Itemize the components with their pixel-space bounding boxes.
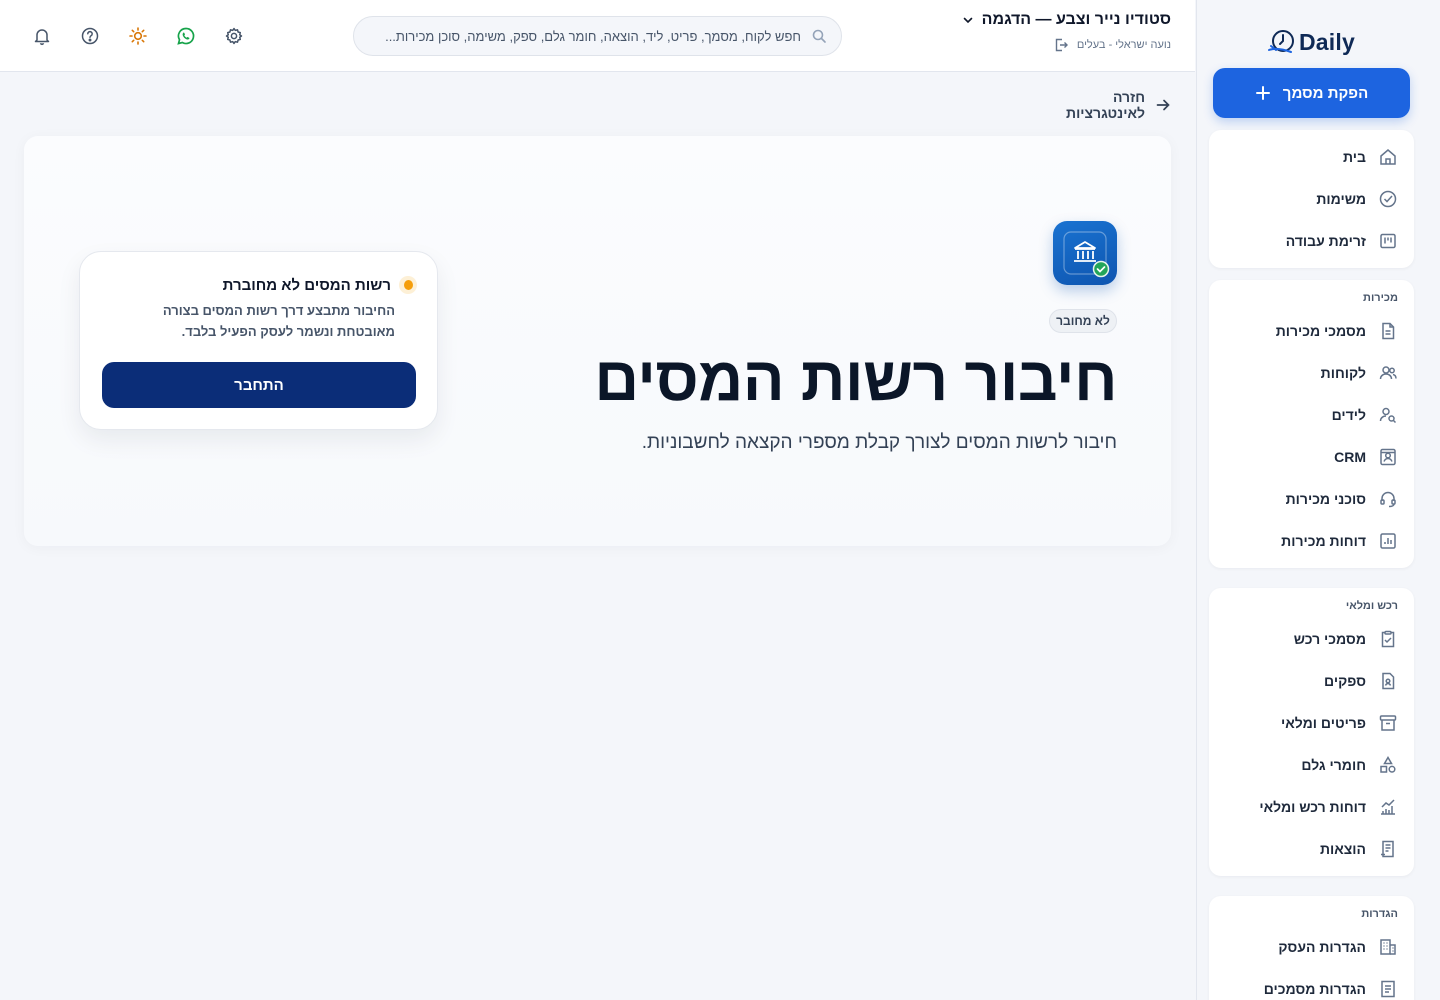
nav-section-title: רכש ומלאי — [1345, 600, 1398, 612]
nav-section-title: מכירות — [1363, 292, 1398, 304]
logo-text: Daily — [1299, 28, 1355, 55]
sidebar-item-label: דוחות מכירות — [1281, 533, 1366, 549]
user-search-icon — [1378, 405, 1398, 425]
sidebar-item-sales-documents[interactable]: מסמכי מכירות — [1209, 310, 1414, 352]
new-document-button[interactable]: הפקת מסמך — [1213, 68, 1410, 118]
shapes-icon — [1378, 755, 1398, 775]
document-icon — [1378, 321, 1398, 341]
nav-group-main: בית משימות זרימת עבודה — [1209, 130, 1414, 268]
settings-button[interactable] — [222, 24, 246, 48]
sidebar-item-label: סוכני מכירות — [1285, 491, 1366, 507]
arrow-right-icon — [1155, 97, 1171, 113]
sidebar-item-inventory[interactable]: פריטים ומלאי — [1209, 702, 1414, 744]
sidebar-item-label: הוצאות — [1319, 841, 1366, 857]
tax-authority-app-icon — [1053, 221, 1117, 285]
business-switcher[interactable]: סטודיו נייר וצבע — הדגמה — [962, 11, 1171, 29]
plus-icon — [1255, 85, 1271, 101]
sidebar-item-sales-agents[interactable]: סוכני מכירות — [1209, 478, 1414, 520]
sidebar-item-suppliers[interactable]: ספקים — [1209, 660, 1414, 702]
bar-chart-icon — [1378, 531, 1398, 551]
warning-status-dot — [399, 276, 417, 294]
nav-section-title: הגדרות — [1361, 908, 1398, 920]
page-title: חיבור רשות המסים — [594, 345, 1117, 414]
sun-icon — [128, 26, 148, 46]
connection-card-header: רשות המסים לא מחוברת — [223, 276, 417, 294]
supplier-file-icon — [1378, 671, 1398, 691]
user-role-text: נועה ישראלי - בעלים — [1076, 39, 1171, 51]
sidebar-item-crm[interactable]: CRM — [1209, 436, 1414, 478]
user-info: נועה ישראלי - בעלים — [1053, 37, 1171, 53]
check-circle-icon — [1378, 189, 1398, 209]
nav-group-settings: הגדרות הגדרות העסק הגדרות מסמכים — [1209, 896, 1414, 1000]
sidebar-item-home[interactable]: בית — [1209, 136, 1414, 178]
integration-hero-card: לא מחובר חיבור רשות המסים חיבור לרשות המ… — [24, 136, 1171, 546]
theme-toggle-button[interactable] — [126, 24, 150, 48]
sidebar-item-label: פריטים ומלאי — [1281, 715, 1366, 731]
sidebar-item-leads[interactable]: לידים — [1209, 394, 1414, 436]
sidebar-item-label: מסמכי רכש — [1293, 631, 1366, 647]
page-subtitle: חיבור לרשות המסים לצורך קבלת מספרי הקצאה… — [641, 432, 1117, 453]
sidebar-panel: Daily הפקת מסמך בית משימות זרימת עבודה מ… — [1196, 0, 1428, 1000]
gear-icon — [224, 26, 244, 46]
connection-card: רשות המסים לא מחוברת החיבור מתבצע דרך רש… — [79, 251, 438, 430]
sidebar-item-label: ספקים — [1324, 673, 1366, 689]
sidebar-item-label: CRM — [1334, 449, 1366, 465]
headset-icon — [1378, 489, 1398, 509]
question-circle-icon — [80, 26, 100, 46]
top-header: סטודיו נייר וצבע — הדגמה נועה ישראלי - ב… — [0, 0, 1195, 72]
clipboard-check-icon — [1378, 629, 1398, 649]
sidebar-item-label: מסמכי מכירות — [1275, 323, 1366, 339]
receipt-icon — [1378, 839, 1398, 859]
document-settings-icon — [1378, 979, 1398, 999]
help-button[interactable] — [78, 24, 102, 48]
sidebar-item-business-settings[interactable]: הגדרות העסק — [1209, 926, 1414, 968]
logout-icon[interactable] — [1053, 37, 1069, 53]
connection-card-description: החיבור מתבצע דרך רשות המסים בצורה מאובטח… — [162, 303, 395, 339]
sidebar-item-purchase-documents[interactable]: מסמכי רכש — [1209, 618, 1414, 660]
sidebar-item-raw-materials[interactable]: חומרי גלם — [1209, 744, 1414, 786]
bell-icon — [32, 26, 52, 46]
whatsapp-button[interactable] — [174, 24, 198, 48]
sidebar-item-label: זרימת עבודה — [1285, 233, 1366, 249]
home-icon — [1378, 147, 1398, 167]
archive-box-icon — [1378, 713, 1398, 733]
logo[interactable]: Daily — [1267, 22, 1377, 62]
connect-button[interactable]: התחבר — [102, 362, 416, 408]
sidebar-item-label: הגדרות העסק — [1278, 939, 1366, 955]
sidebar-item-purchase-reports[interactable]: דוחות רכש ומלאי — [1209, 786, 1414, 828]
sidebar-item-sales-reports[interactable]: דוחות מכירות — [1209, 520, 1414, 562]
sidebar-item-customers[interactable]: לקוחות — [1209, 352, 1414, 394]
sidebar-item-label: חומרי גלם — [1301, 757, 1366, 773]
clock-logo-icon — [1267, 28, 1297, 56]
connection-card-title: רשות המסים לא מחוברת — [222, 276, 391, 294]
building-icon — [1378, 937, 1398, 957]
business-name: סטודיו נייר וצבע — הדגמה — [981, 11, 1171, 28]
chevron-down-icon — [962, 14, 974, 26]
nav-group-procurement: רכש ומלאי מסמכי רכש ספקים פריטים ומלאי ח… — [1209, 588, 1414, 876]
back-to-integrations-link[interactable]: חזרה לאינטגרציות — [1040, 89, 1171, 121]
sidebar-item-label: לידים — [1331, 407, 1366, 423]
back-link-label: חזרה לאינטגרציות — [1066, 89, 1145, 121]
sidebar-item-label: בית — [1343, 149, 1366, 165]
users-icon — [1378, 363, 1398, 383]
whatsapp-icon — [176, 26, 196, 46]
sidebar-item-label: הגדרות מסמכים — [1263, 981, 1366, 997]
search-icon — [811, 28, 827, 44]
search-input[interactable] — [368, 28, 801, 44]
new-document-label: הפקת מסמך — [1282, 84, 1369, 102]
sidebar-item-label: משימות — [1316, 191, 1366, 207]
sidebar-item-document-settings[interactable]: הגדרות מסמכים — [1209, 968, 1414, 1000]
kanban-icon — [1378, 231, 1398, 251]
contact-card-icon — [1378, 447, 1398, 467]
line-chart-icon — [1378, 797, 1398, 817]
sidebar-item-expenses[interactable]: הוצאות — [1209, 828, 1414, 870]
global-search[interactable] — [353, 16, 842, 56]
connection-status-badge: לא מחובר — [1049, 309, 1117, 333]
sidebar-item-workflow[interactable]: זרימת עבודה — [1209, 220, 1414, 262]
nav-group-sales: מכירות מסמכי מכירות לקוחות לידים CRM סוכ… — [1209, 280, 1414, 568]
sidebar-item-label: לקוחות — [1320, 365, 1366, 381]
notifications-button[interactable] — [30, 24, 54, 48]
sidebar-item-label: דוחות רכש ומלאי — [1259, 799, 1366, 815]
sidebar-item-tasks[interactable]: משימות — [1209, 178, 1414, 220]
